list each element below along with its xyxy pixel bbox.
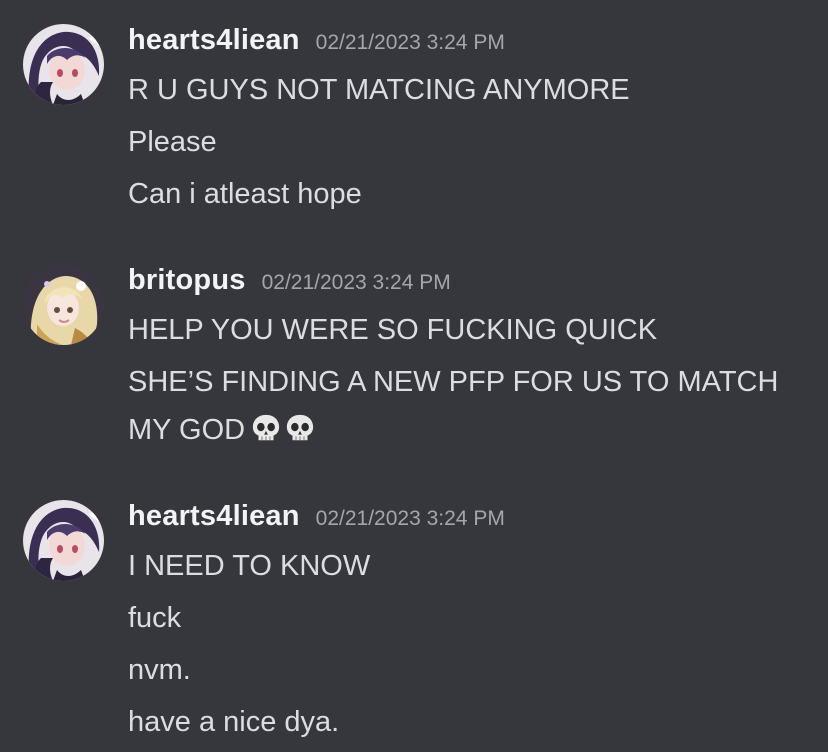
avatar-purple-hair-icon bbox=[23, 24, 104, 105]
message-text: HELP YOU WERE SO FUCKING QUICK bbox=[128, 314, 658, 346]
skull-emoji-icon bbox=[286, 414, 314, 441]
timestamp: 02/21/2023 3:24 PM bbox=[261, 271, 451, 294]
message-text: I NEED TO KNOW bbox=[128, 550, 371, 582]
avatar-purple-hair-icon bbox=[23, 500, 104, 581]
timestamp: 02/21/2023 3:24 PM bbox=[315, 31, 505, 54]
message-text-with-emoji: MY GOD bbox=[128, 412, 315, 448]
username[interactable]: hearts4liean bbox=[128, 24, 300, 57]
timestamp: 02/21/2023 3:24 PM bbox=[315, 507, 505, 530]
message-text: Can i atleast hope bbox=[128, 178, 362, 210]
message-text: SHE’S FINDING A NEW PFP FOR US TO MATCH bbox=[128, 366, 779, 398]
avatar[interactable] bbox=[23, 500, 104, 581]
message-text: fuck bbox=[128, 602, 182, 634]
avatar[interactable] bbox=[23, 24, 104, 105]
message-header: hearts4liean 02/21/2023 3:24 PM bbox=[128, 500, 505, 540]
username[interactable]: hearts4liean bbox=[128, 500, 300, 533]
skull-emoji-icon bbox=[252, 414, 280, 441]
message-text: R U GUYS NOT MATCING ANYMORE bbox=[128, 74, 630, 106]
message-header: britopus 02/21/2023 3:24 PM bbox=[128, 264, 451, 304]
message-header: hearts4liean 02/21/2023 3:24 PM bbox=[128, 24, 505, 64]
message-text: have a nice dya. bbox=[128, 706, 340, 738]
avatar[interactable] bbox=[23, 264, 104, 345]
message-text: nvm. bbox=[128, 654, 191, 686]
message-text: Please bbox=[128, 126, 217, 158]
username[interactable]: britopus bbox=[128, 264, 246, 297]
message-text: MY GOD bbox=[128, 414, 246, 446]
avatar-blonde-hair-icon bbox=[23, 264, 104, 345]
